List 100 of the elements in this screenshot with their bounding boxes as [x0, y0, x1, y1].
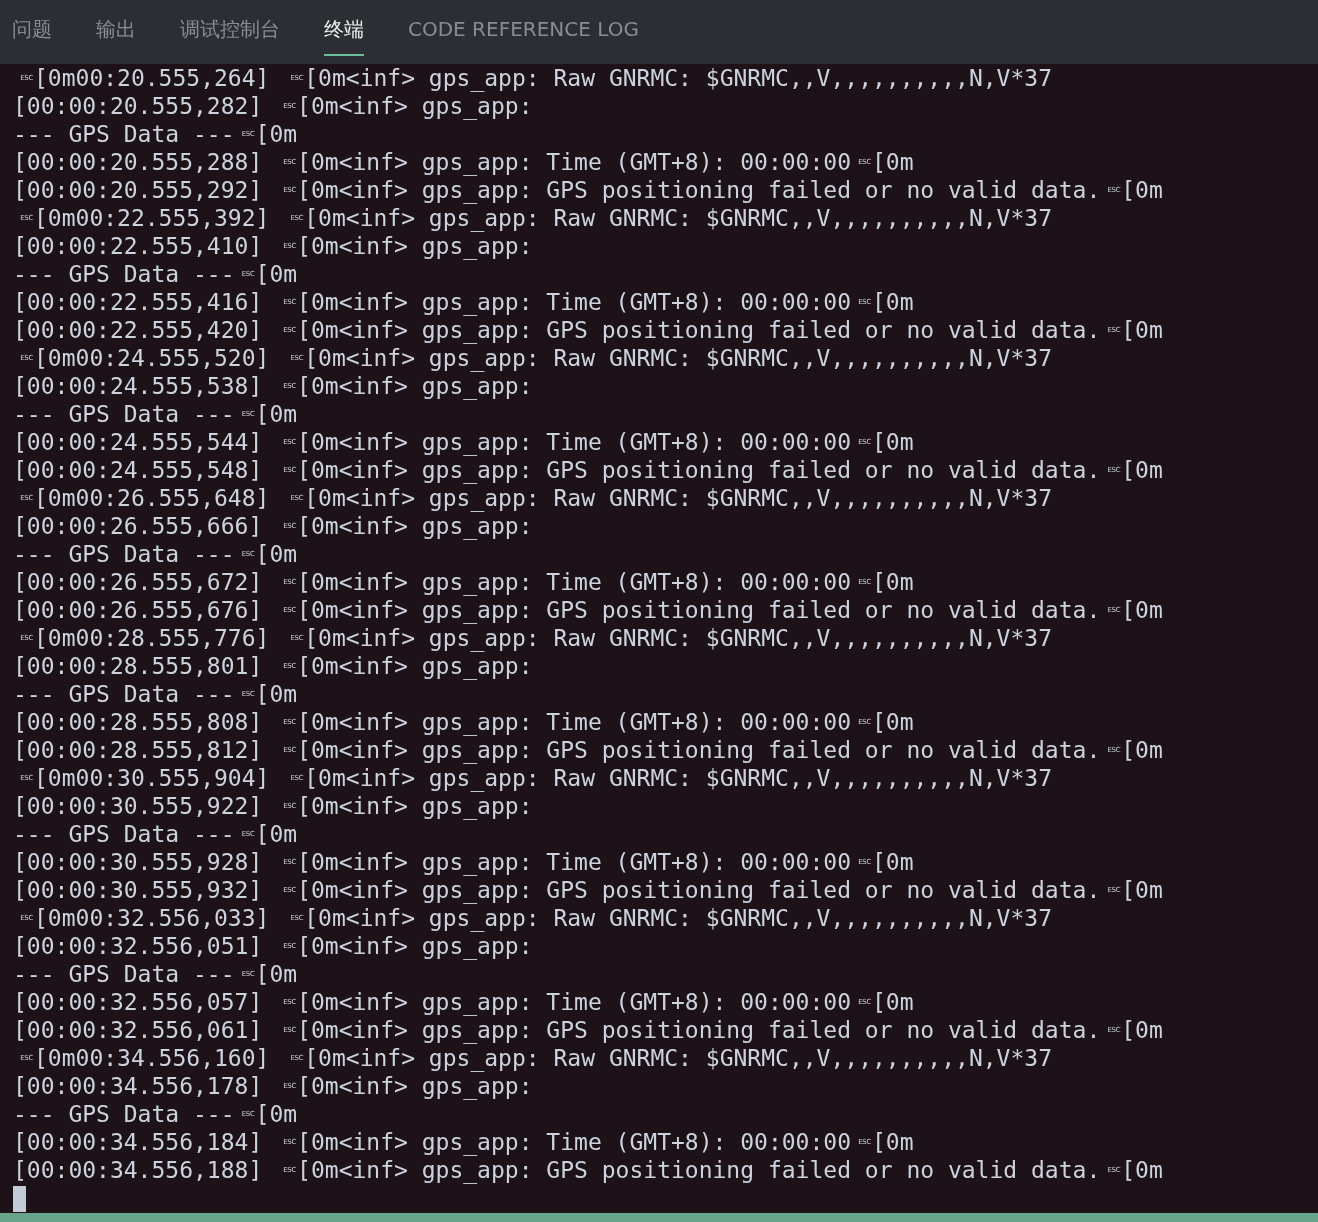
terminal-text: [0m<inf> gps_app: GPS positioning failed or no valid data. [297, 176, 1101, 204]
terminal-text: [0m [255, 680, 298, 708]
terminal-text: [0m<inf> gps_app: [297, 652, 533, 680]
terminal-text: [0m [872, 988, 914, 1016]
terminal-text: [0m<inf> gps_app: GPS positioning failed or no valid data. [297, 1016, 1101, 1044]
terminal-text: [00:00:30.555,932] [13, 876, 264, 904]
terminal-text: [0m [1121, 316, 1163, 344]
terminal-text: --- GPS Data --- [13, 1100, 235, 1128]
terminal-text: [0m00:34.556,160] [34, 1044, 271, 1072]
terminal-text: [0m [255, 120, 298, 148]
terminal-text: [00:00:22.555,420] [13, 316, 264, 344]
terminal-text: [0m<inf> gps_app: GPS positioning failed or no valid data. [297, 1156, 1101, 1184]
terminal-text: [00:00:32.556,061] [13, 1016, 264, 1044]
terminal-text: [00:00:24.555,548] [13, 456, 264, 484]
terminal-text: [00:00:26.555,672] [13, 568, 264, 596]
terminal-text: [0m00:28.555,776] [34, 624, 271, 652]
terminal-text: [00:00:24.555,544] [13, 428, 264, 456]
terminal-text: [0m [872, 1128, 914, 1156]
terminal-text: [00:00:34.556,188] [13, 1156, 264, 1184]
terminal-text: [00:00:32.556,051] [13, 932, 264, 960]
terminal-text: [0m00:32.556,033] [34, 904, 271, 932]
terminal-text: [00:00:34.556,178] [13, 1072, 264, 1100]
terminal-text: [0m<inf> gps_app: [297, 512, 533, 540]
terminal-text: [0m [255, 400, 298, 428]
terminal-text: --- GPS Data --- [13, 540, 235, 568]
terminal-text: [00:00:30.555,928] [13, 848, 264, 876]
terminal-text: [0m<inf> gps_app: [297, 372, 533, 400]
terminal-text: [0m [1121, 456, 1163, 484]
terminal-text: [0m<inf> gps_app: Raw GNRMC: $GNRMC,,V,,,,,,,,,,N,V*37 [304, 1044, 1052, 1072]
terminal-text: [00:00:20.555,292] [13, 176, 264, 204]
terminal-text: [0m [1121, 596, 1163, 624]
terminal-text: [0m00:26.555,648] [34, 484, 271, 512]
terminal-text: [0m<inf> gps_app: [297, 232, 533, 260]
terminal-text: [0m [872, 288, 914, 316]
terminal-text: [0m<inf> gps_app: GPS positioning failed or no valid data. [297, 316, 1101, 344]
terminal-text: [0m<inf> gps_app: Time (GMT+8): 00:00:00 [297, 428, 851, 456]
terminal-text: [0m<inf> gps_app: GPS positioning failed or no valid data. [297, 876, 1101, 904]
terminal-text: [0m<inf> gps_app: Raw GNRMC: $GNRMC,,V,,,,,,,,,,N,V*37 [304, 484, 1052, 512]
terminal-text: [00:00:28.555,808] [13, 708, 264, 736]
terminal-text: [0m [1121, 736, 1163, 764]
terminal-text: [0m00:24.555,520] [34, 344, 271, 372]
terminal-text: [0m<inf> gps_app: Raw GNRMC: $GNRMC,,V,,,,,,,,,,N,V*37 [304, 204, 1052, 232]
panel-tab[interactable]: 问题 [12, 4, 52, 56]
terminal-text: [00:00:20.555,282] [13, 92, 264, 120]
terminal-text: [0m00:30.555,904] [34, 764, 271, 792]
terminal-cursor [13, 1186, 26, 1212]
terminal-text: [0m<inf> gps_app: Time (GMT+8): 00:00:00 [297, 848, 851, 876]
panel-tab[interactable]: 调试控制台 [180, 4, 280, 56]
terminal-text: [00:00:22.555,410] [13, 232, 264, 260]
terminal-text: [00:00:22.555,416] [13, 288, 264, 316]
terminal-text: [0m [872, 568, 914, 596]
terminal-text: [0m [1121, 876, 1163, 904]
terminal-text: [0m [255, 1100, 298, 1128]
panel-tab[interactable]: 终端 [324, 4, 364, 56]
terminal-text: [0m [872, 148, 914, 176]
terminal-text: [0m<inf> gps_app: GPS positioning failed or no valid data. [297, 736, 1101, 764]
terminal-text: [0m [1121, 1016, 1163, 1044]
terminal-text: [0m [1121, 1156, 1163, 1184]
terminal-text: --- GPS Data --- [13, 680, 235, 708]
terminal-text: [0m<inf> gps_app: Time (GMT+8): 00:00:00 [297, 148, 851, 176]
terminal-text: [0m<inf> gps_app: Raw GNRMC: $GNRMC,,V,,,,,,,,,,N,V*37 [304, 624, 1052, 652]
terminal-text: [0m<inf> gps_app: Raw GNRMC: $GNRMC,,V,,,,,,,,,,N,V*37 [304, 764, 1052, 792]
terminal-text: [00:00:32.556,057] [13, 988, 264, 1016]
terminal-text: [0m<inf> gps_app: Raw GNRMC: $GNRMC,,V,,,,,,,,,,N,V*37 [304, 64, 1052, 92]
panel-tab[interactable]: 输出 [96, 4, 136, 56]
terminal-text: [00:00:26.555,666] [13, 512, 264, 540]
terminal-text: [0m [872, 428, 914, 456]
terminal-text: [0m<inf> gps_app: [297, 1072, 533, 1100]
terminal-text: [0m<inf> gps_app: Time (GMT+8): 00:00:00 [297, 708, 851, 736]
terminal-text: [0m<inf> gps_app: Time (GMT+8): 00:00:00 [297, 568, 851, 596]
terminal-text: --- GPS Data --- [13, 820, 235, 848]
terminal-text: [0m<inf> gps_app: GPS positioning failed or no valid data. [297, 596, 1101, 624]
terminal-text: [0m [255, 820, 298, 848]
terminal-text: --- GPS Data --- [13, 400, 235, 428]
terminal-text: --- GPS Data --- [13, 960, 235, 988]
terminal-text: [0m<inf> gps_app: Raw GNRMC: $GNRMC,,V,,,,,,,,,,N,V*37 [304, 344, 1052, 372]
terminal-text: [0m<inf> gps_app: [297, 92, 533, 120]
terminal-text: [0m<inf> gps_app: Time (GMT+8): 00:00:00 [297, 288, 851, 316]
terminal-text: [00:00:20.555,288] [13, 148, 264, 176]
terminal-text: [00:00:34.556,184] [13, 1128, 264, 1156]
terminal-text: [0m [255, 960, 298, 988]
terminal-text: [0m [1121, 176, 1163, 204]
terminal-text: --- GPS Data --- [13, 260, 235, 288]
terminal-text: [0m<inf> gps_app: [297, 792, 533, 820]
terminal-text: [0m [872, 708, 914, 736]
terminal-text: [0m<inf> gps_app: Time (GMT+8): 00:00:00 [297, 988, 851, 1016]
panel-tab[interactable]: CODE REFERENCE LOG [408, 4, 639, 56]
terminal-text: [0m00:20.555,264] [34, 64, 271, 92]
terminal-text: [0m [872, 848, 914, 876]
terminal-text: [00:00:26.555,676] [13, 596, 264, 624]
terminal-text: [0m<inf> gps_app: Time (GMT+8): 00:00:00 [297, 1128, 851, 1156]
terminal-text: [0m00:22.555,392] [34, 204, 271, 232]
terminal-text: [00:00:28.555,812] [13, 736, 264, 764]
terminal-text: [0m<inf> gps_app: [297, 932, 533, 960]
terminal-text: [0m [255, 260, 298, 288]
terminal-text: --- GPS Data --- [13, 120, 235, 148]
terminal-text: [0m<inf> gps_app: Raw GNRMC: $GNRMC,,V,,,,,,,,,,N,V*37 [304, 904, 1052, 932]
terminal-text: [00:00:24.555,538] [13, 372, 264, 400]
terminal-text: [0m [255, 540, 298, 568]
terminal-text: [00:00:28.555,801] [13, 652, 264, 680]
